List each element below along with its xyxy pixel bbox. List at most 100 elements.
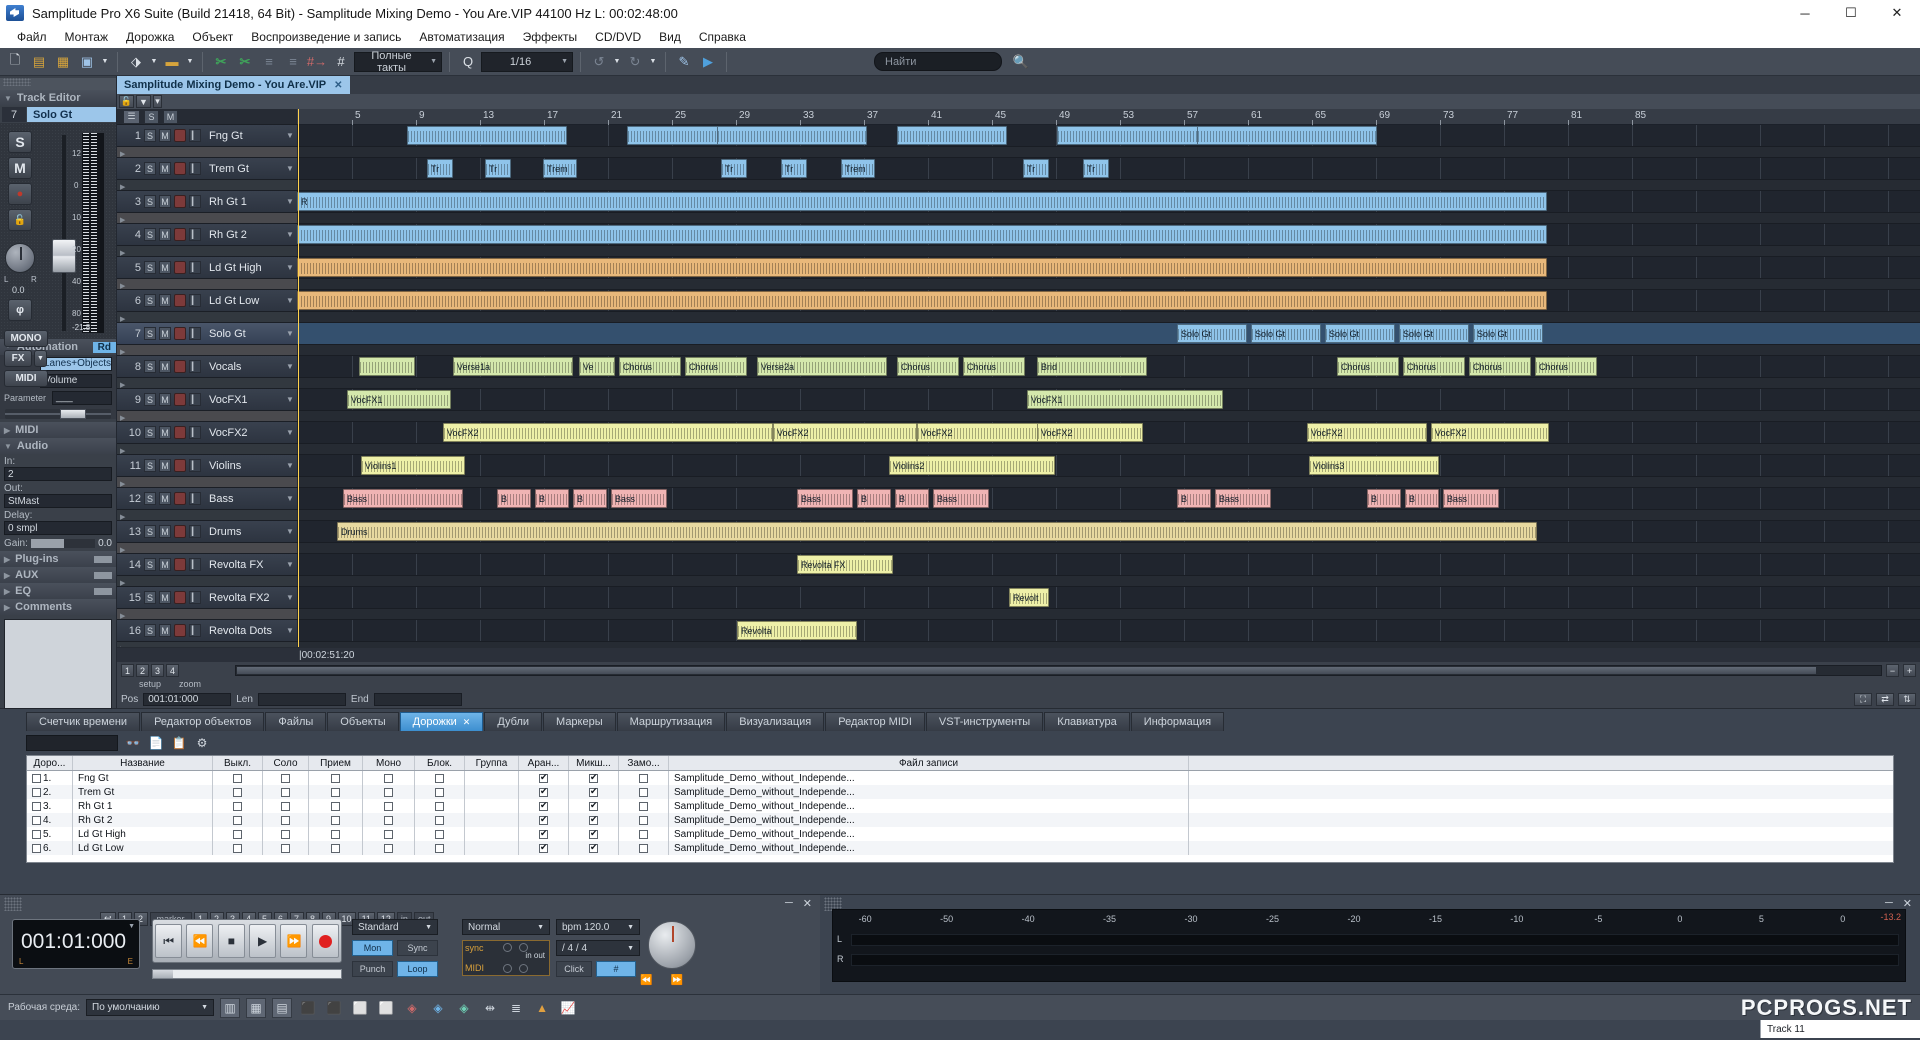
track-solo-button[interactable]: S xyxy=(144,228,156,241)
zoom-sel-icon[interactable]: ⇹ xyxy=(480,998,500,1018)
transport-position-slider[interactable] xyxy=(152,969,342,979)
range-clear-icon[interactable]: ⬜ xyxy=(376,998,396,1018)
track-record-button[interactable] xyxy=(174,591,186,604)
tempo-mode-select[interactable]: Normal ▼ xyxy=(462,919,550,935)
audio-clip[interactable]: Tr xyxy=(1083,159,1109,178)
track-record-button[interactable] xyxy=(174,558,186,571)
grid-lane-row[interactable] xyxy=(297,147,1920,158)
row-arr-checkbox[interactable] xyxy=(539,814,548,825)
comments-section-header[interactable]: ▶ Comments xyxy=(0,599,116,615)
range-left-icon[interactable]: ⬛ xyxy=(298,998,318,1018)
open-wave-icon[interactable]: ▦ xyxy=(52,51,74,73)
track-view-toggle[interactable]: ☰ xyxy=(123,109,140,124)
panel-grip[interactable] xyxy=(0,78,116,90)
menu-item-8[interactable]: Вид xyxy=(650,28,690,46)
zoom-preset-1[interactable]: 1 xyxy=(121,664,134,677)
track-solo-button[interactable]: S xyxy=(144,459,156,472)
track-solo-button[interactable]: S xyxy=(144,426,156,439)
horizontal-scrollbar[interactable] xyxy=(235,665,1882,676)
chevron-down-icon[interactable]: ▼ xyxy=(286,131,297,140)
audio-clip[interactable]: Revolta xyxy=(737,621,857,640)
track-record-button[interactable] xyxy=(174,492,186,505)
chevron-down-icon[interactable]: ▾ xyxy=(153,95,162,108)
meter-close-icon[interactable]: ✕ xyxy=(1903,897,1912,910)
row-mix-checkbox[interactable] xyxy=(589,800,598,811)
lane-expand-icon[interactable]: ▶ xyxy=(117,448,125,455)
zoom-preset-4[interactable]: 4 xyxy=(166,664,179,677)
row-select-checkbox[interactable] xyxy=(32,801,41,811)
global-solo-button[interactable]: S xyxy=(144,109,159,124)
table-row[interactable]: 1. Fng Gt Samplitude_Demo_without_Independ… xyxy=(27,771,1893,785)
table-row[interactable]: 6. Ld Gt Low Samplitude_Demo_without_Indep… xyxy=(27,841,1893,855)
arrange-grid[interactable]: 5 9 13 17 21 25 29 33 37 41 45 49 53 57 61 65 69 73 77 81 85… xyxy=(297,109,1920,647)
new-file-icon[interactable]: 🗋 xyxy=(4,51,26,73)
row-arr-checkbox[interactable] xyxy=(539,842,548,853)
track-solo-button[interactable]: S xyxy=(144,525,156,538)
chevron-down-icon[interactable]: ▼ xyxy=(286,626,297,635)
grid-lane-row[interactable] xyxy=(297,444,1920,455)
track-solo-button[interactable]: S xyxy=(144,558,156,571)
lane-expand-icon[interactable]: ▶ xyxy=(117,613,125,620)
copy-icon[interactable]: 📄 xyxy=(148,735,164,751)
track-solo-button[interactable]: S xyxy=(144,195,156,208)
row-off-checkbox[interactable] xyxy=(233,787,242,797)
audio-clip[interactable]: B xyxy=(573,489,607,508)
fx-button[interactable]: FX xyxy=(4,350,32,367)
track-mute-button[interactable]: M xyxy=(159,525,171,538)
chevron-down-icon[interactable]: ▼ xyxy=(286,494,297,503)
track-midi-icon[interactable]: ▎ xyxy=(189,558,201,571)
row-rec-checkbox[interactable] xyxy=(331,829,340,839)
table-column-header[interactable]: Название xyxy=(73,756,213,770)
pan-knob[interactable] xyxy=(5,243,35,273)
row-mono-checkbox[interactable] xyxy=(384,787,393,797)
track-header-row[interactable]: 14 S M ▎ Revolta FX ▼ xyxy=(117,554,297,576)
audio-clip[interactable]: Trem xyxy=(543,159,577,178)
row-off-checkbox[interactable] xyxy=(233,773,242,783)
end-value[interactable] xyxy=(373,693,462,706)
track-lane[interactable]: ▶ xyxy=(117,477,297,488)
row-group[interactable] xyxy=(465,827,519,841)
track-mute-button[interactable]: M xyxy=(159,393,171,406)
row-lock-checkbox[interactable] xyxy=(435,815,444,825)
audio-clip[interactable]: B xyxy=(535,489,569,508)
punch-button[interactable]: Punch xyxy=(352,961,393,977)
object-mode-icon[interactable]: ▶ xyxy=(697,51,719,73)
audio-clip[interactable] xyxy=(717,126,867,145)
manager-tab[interactable]: Счетчик времени xyxy=(26,712,141,731)
row-solo-checkbox[interactable] xyxy=(281,843,290,853)
search-icon[interactable]: 🔍 xyxy=(1010,51,1032,73)
row-mix-checkbox[interactable] xyxy=(589,772,598,783)
row-select-checkbox[interactable] xyxy=(32,829,41,839)
row-solo-checkbox[interactable] xyxy=(281,829,290,839)
track-midi-icon[interactable]: ▎ xyxy=(189,327,201,340)
track-header-row[interactable]: 4 S M ▎ Rh Gt 2 ▼ xyxy=(117,224,297,246)
menu-item-5[interactable]: Автоматизация xyxy=(410,28,513,46)
audio-clip[interactable]: Bass xyxy=(1215,489,1271,508)
track-header-row[interactable]: 16 S M ▎ Revolta Dots ▼ xyxy=(117,620,297,642)
track-mute-button[interactable]: M xyxy=(159,294,171,307)
track-solo-button[interactable]: S xyxy=(144,393,156,406)
track-lane[interactable]: ▶ xyxy=(117,576,297,587)
chevron-down-icon[interactable]: ▼ xyxy=(286,296,297,305)
track-record-button[interactable] xyxy=(174,393,186,406)
track-midi-icon[interactable]: ▎ xyxy=(189,294,201,307)
minimize-button[interactable]: ─ xyxy=(1782,0,1828,26)
row-group[interactable] xyxy=(465,841,519,855)
track-record-button[interactable] xyxy=(174,129,186,142)
split-icon[interactable]: ✂ xyxy=(234,51,256,73)
track-midi-icon[interactable]: ▎ xyxy=(189,129,201,142)
track-mute-button[interactable]: M xyxy=(159,624,171,637)
forward-button[interactable]: ⏩ xyxy=(280,924,308,958)
solo-button[interactable]: S xyxy=(8,131,32,153)
menu-item-4[interactable]: Воспроизведение и запись xyxy=(242,28,410,46)
play-button[interactable]: ▶ xyxy=(249,924,277,958)
audio-clip[interactable]: Chorus xyxy=(963,357,1025,376)
manager-tab[interactable]: Маркеры xyxy=(543,712,616,731)
track-record-button[interactable] xyxy=(174,195,186,208)
track-record-button[interactable] xyxy=(174,327,186,340)
track-solo-button[interactable]: S xyxy=(144,624,156,637)
manager-tab[interactable]: Редактор MIDI xyxy=(825,712,925,731)
table-row[interactable]: 3. Rh Gt 1 Samplitude_Demo_without_Indepen… xyxy=(27,799,1893,813)
swap-icon[interactable]: ⇄ xyxy=(1876,693,1894,706)
track-mute-button[interactable]: M xyxy=(159,228,171,241)
